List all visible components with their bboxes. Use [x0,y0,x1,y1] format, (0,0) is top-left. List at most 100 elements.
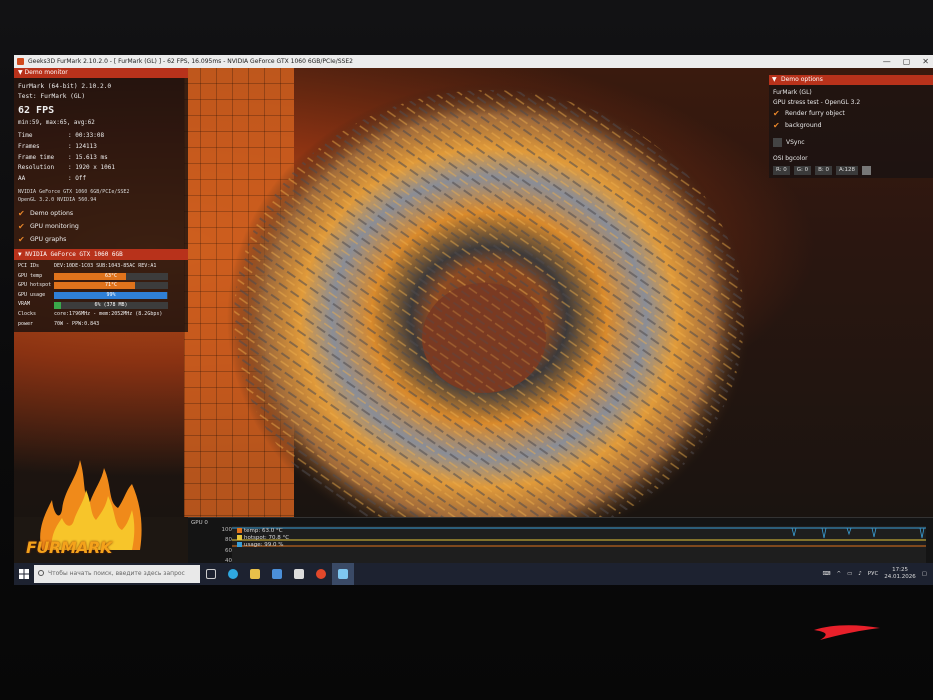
stat-row: Frames: 124113 [18,142,97,150]
power-row: power 70W - PPW:0.843 [18,320,100,327]
clock-date: 24.01.2026 [884,574,916,580]
checkbox-gpu-monitoring[interactable]: ✔ GPU monitoring [18,220,184,233]
window-controls: — ▢ ✕ [883,55,929,68]
stat-row: Time: 00:33:08 [18,132,105,139]
window-titlebar[interactable]: Geeks3D FurMark 2.10.2.0 - [ FurMark (GL… [14,55,933,68]
usage-spikes [791,527,925,539]
demo-monitor-header[interactable]: ▼ Demo monitor [14,68,188,78]
gl-driver: OpenGL 3.2.0 NVIDIA 560.94 [18,196,97,203]
y-tick: 80 [225,537,232,544]
legend-item: hotspot: 70.8 °C [237,535,289,542]
demo-options-title: Demo options [781,76,823,83]
gpu-panel-header[interactable]: ▼ NVIDIA GeForce GTX 1060 6GB [14,248,188,260]
stat-row: Frame time: 15.613 ms [18,153,108,161]
fur-torus [227,83,751,533]
osi-bgcolor-label: OSI bgcolor [773,155,808,162]
furmark-logo-text: FURMARK [26,538,112,557]
check-icon: ✔ [18,221,25,231]
vram-row: VRAM 6% (378 MB) [18,300,184,310]
legend-item: temp: 63.0 °C [237,528,289,535]
app-version: FurMark (64-bit) 2.10.2.0 [18,83,112,90]
furmark-app-icon [17,58,24,65]
bgcolor-fields: R: 0 G: 0 B: 0 A:128 [773,166,929,175]
taskbar-search-box[interactable]: Чтобы начать поиск, введите здесь запрос [34,565,200,583]
y-tick: 100 [221,527,233,533]
gpu-panel-title: NVIDIA GeForce GTX 1060 6GB [25,250,123,258]
check-icon: ✔ [18,208,25,218]
demo-monitor-title: Demo monitor [24,69,68,76]
screen: Geeks3D FurMark 2.10.2.0 - [ FurMark (GL… [14,55,933,585]
gpu-usage-row: GPU usage 99% [18,291,184,301]
demo-description: GPU stress test - OpenGL 3.2 [773,99,861,106]
search-icon [38,570,44,576]
demo-name: FurMark (GL) [773,89,812,96]
mail-icon[interactable] [288,563,310,585]
legend-swatch [237,535,242,540]
volume-icon[interactable]: ♪ [858,571,862,577]
gpu-usage-bar: 99% [54,292,168,300]
demo-options-panel: ▼ Demo options FurMark (GL) GPU stress t… [769,75,933,178]
gpu-temp-row: GPU temp 63°C [18,272,184,282]
fps-stats: min:59, max:65, avg:62 [18,120,95,126]
pci-row: PCI IDs DEV:10DE-1C03 SUB:1043-85AC REV:A… [18,262,157,269]
gpu-hotspot-bar: 71°C [54,282,168,290]
tray-overflow-icon[interactable]: ^ [836,571,841,577]
green-field[interactable]: G: 0 [793,166,812,175]
graph-title: GPU 0 [191,520,208,526]
legend-swatch [237,528,242,533]
y-tick: 60 [225,547,232,554]
check-icon: ✔ [773,109,780,118]
start-button[interactable] [14,563,34,585]
system-tray: ⌨ ^ ▭ ♪ РУС 17:25 24.01.2026 ▢ [823,563,928,585]
windows-taskbar: Чтобы начать поиск, введите здесь запрос… [14,563,933,585]
search-placeholder: Чтобы начать поиск, введите здесь запрос [48,570,185,577]
taskbar-clock[interactable]: 17:25 24.01.2026 [884,567,916,581]
check-icon: ✔ [18,234,25,244]
demo-monitor-panel: ▼ Demo monitor FurMark (64-bit) 2.10.2.0… [14,68,188,333]
language-indicator[interactable]: РУС [868,571,879,577]
keyboard-icon[interactable]: ⌨ [823,571,831,577]
test-name: Test: FurMark (GL) [18,93,86,100]
demo-options-header[interactable]: ▼ Demo options [769,75,933,85]
gpu-panel: PCI IDs DEV:10DE-1C03 SUB:1043-85AC REV:A… [14,259,188,333]
fps-readout: 62 FPS [18,105,55,116]
clock-time: 17:25 [892,567,908,573]
graph-y-axis: 100 80 60 40 [218,525,233,566]
checkbox-background[interactable]: ✔ background [773,120,929,132]
blue-field[interactable]: B: 0 [815,166,833,175]
checkbox-gpu-graphs[interactable]: ✔ GPU graphs [18,233,184,246]
edge-browser-icon[interactable] [222,563,244,585]
graph-legend: temp: 63.0 °C hotspot: 70.8 °C usage: 99… [237,528,289,549]
gpu-hotspot-row: GPU hotspot 71°C [18,281,184,291]
vram-bar: 6% (378 MB) [54,301,168,309]
legend-item: usage: 99.0 % [237,542,289,549]
close-button[interactable]: ✕ [922,55,929,68]
network-icon[interactable]: ▭ [847,571,852,577]
color-swatch[interactable] [862,166,872,175]
window-title: Geeks3D FurMark 2.10.2.0 - [ FurMark (GL… [28,58,353,65]
vsync-checkbox[interactable] [773,138,782,147]
legend-swatch [237,542,242,547]
red-field[interactable]: R: 0 [773,166,790,175]
maximize-button[interactable]: ▢ [903,55,911,68]
stat-row: AA: Off [18,175,87,183]
task-view-icon[interactable] [200,563,222,585]
vsync-row[interactable]: VSync [773,138,929,148]
store-icon[interactable] [266,563,288,585]
active-app-icon[interactable] [332,563,354,585]
gpu-renderer: NVIDIA GeForce GTX 1060 6GB/PCIe/SSE2 [18,188,130,195]
stat-row: Resolution: 1920 x 1061 [18,164,115,172]
graph-plot [232,526,926,564]
checkbox-render-furry-object[interactable]: ✔ Render furry object [773,108,929,120]
laptop-red-led [814,625,880,640]
notifications-icon[interactable]: ▢ [922,571,927,577]
gpu-temp-bar: 63°C [54,272,168,280]
file-explorer-icon[interactable] [244,563,266,585]
collapse-triangle-icon[interactable]: ▼ [772,75,777,85]
furmark-taskbar-icon[interactable] [310,563,332,585]
checkbox-demo-options[interactable]: ✔ Demo options [18,207,184,220]
clocks-row: Clocks core:1796MHz - mem:2052MHz (8.2Gbp… [18,310,163,317]
check-icon: ✔ [773,121,780,130]
alpha-field[interactable]: A:128 [836,166,859,175]
minimize-button[interactable]: — [883,55,891,68]
